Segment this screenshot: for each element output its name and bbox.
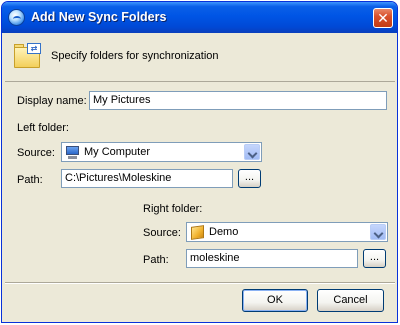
right-folder-heading: Right folder: — [143, 203, 203, 215]
computer-icon — [65, 145, 80, 159]
title-bar[interactable]: Add New Sync Folders ✕ — [2, 2, 397, 33]
left-path-label: Path: — [17, 174, 43, 186]
display-name-label: Display name: — [17, 95, 87, 107]
left-path-field[interactable]: C:\Pictures\Moleskine — [61, 169, 233, 188]
right-browse-button[interactable]: ... — [363, 249, 386, 268]
right-path-field[interactable]: moleskine — [186, 249, 358, 268]
chevron-down-icon[interactable] — [370, 224, 386, 240]
dialog-content: ⇄ Specify folders for synchronization Di… — [5, 33, 395, 321]
display-name-field[interactable]: My Pictures — [89, 91, 387, 110]
left-source-value: My Computer — [84, 146, 151, 158]
left-browse-button[interactable]: ... — [238, 169, 261, 188]
footer-divider — [5, 282, 395, 284]
left-source-label: Source: — [17, 147, 55, 159]
box-icon — [190, 225, 205, 240]
sync-folder-icon: ⇄ — [14, 43, 42, 69]
close-button[interactable]: ✕ — [373, 8, 393, 28]
right-source-value: Demo — [209, 226, 239, 238]
cancel-button[interactable]: Cancel — [317, 289, 384, 312]
window-title: Add New Sync Folders — [31, 10, 167, 24]
header-description: Specify folders for synchronization — [51, 50, 219, 62]
ok-button[interactable]: OK — [242, 289, 308, 312]
chevron-down-icon[interactable] — [244, 144, 260, 160]
header-area: ⇄ Specify folders for synchronization — [5, 33, 395, 82]
dialog-window: Add New Sync Folders ✕ ⇄ Specify folders… — [1, 1, 398, 323]
left-folder-heading: Left folder: — [17, 122, 69, 134]
right-source-label: Source: — [143, 227, 181, 239]
right-source-select[interactable]: Demo — [186, 222, 388, 242]
left-source-select[interactable]: My Computer — [61, 142, 262, 162]
sync-app-icon — [8, 9, 25, 26]
right-path-label: Path: — [143, 254, 169, 266]
